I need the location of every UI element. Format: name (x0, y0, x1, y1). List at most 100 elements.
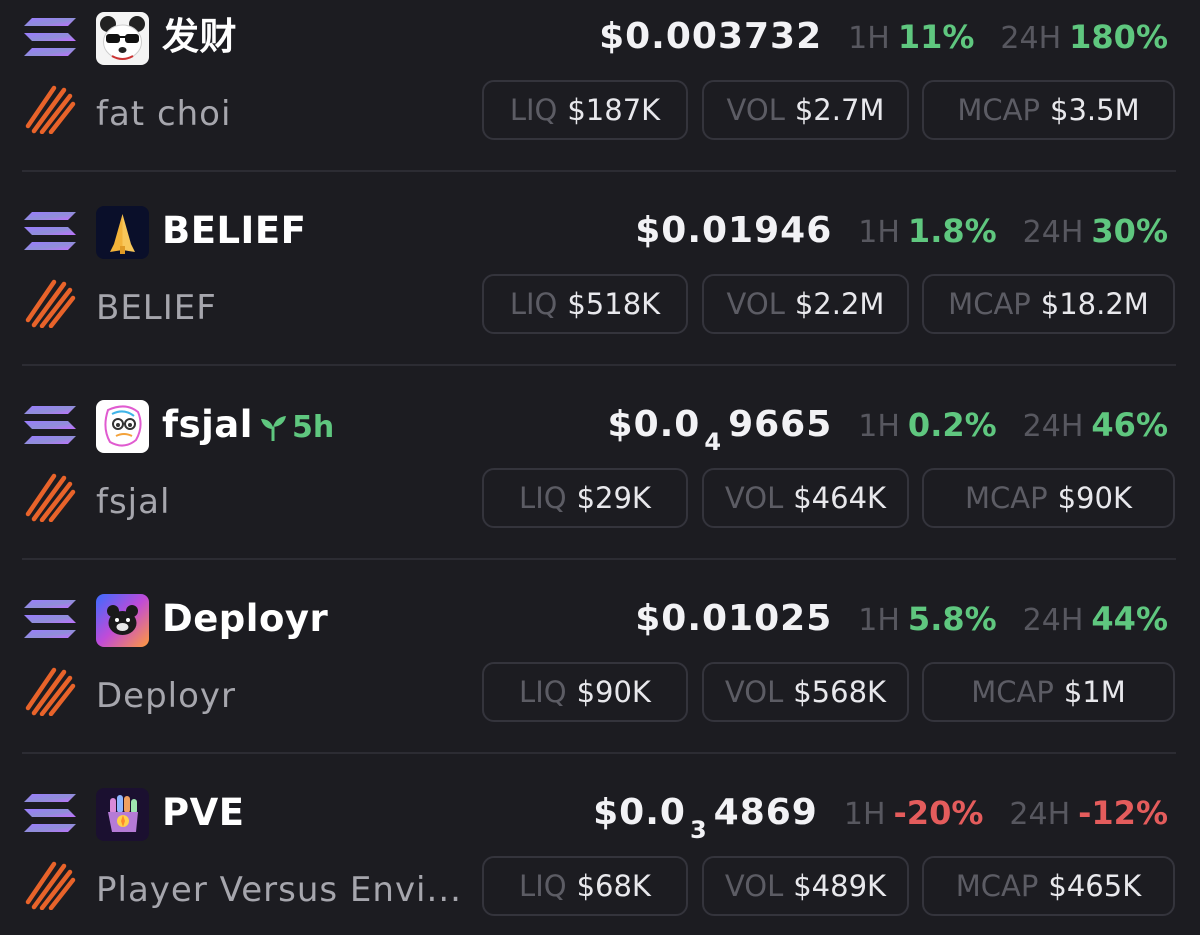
row-divider (22, 558, 1176, 560)
stat-label: VOL (724, 675, 784, 709)
change-24h: -12% (1078, 794, 1168, 832)
liquidity-stat[interactable]: LIQ $187K (482, 80, 688, 140)
row-divider (22, 170, 1176, 172)
price-group: $0.01025 1H 5.8% 24H 44% (635, 596, 1168, 644)
stat-value: $518K (567, 287, 661, 321)
label-1h: 1H (848, 21, 890, 56)
stat-value: $2.2M (794, 287, 885, 321)
market-cap-stat[interactable]: MCAP $18.2M (922, 274, 1175, 334)
token-name: BELIEF (96, 288, 217, 328)
dex-stripes-icon (24, 664, 76, 717)
stat-value: $29K (576, 481, 651, 515)
market-cap-stat[interactable]: MCAP $465K (922, 856, 1175, 916)
token-price: $0.0 4 9665 (607, 404, 833, 456)
volume-stat[interactable]: VOL $464K (702, 468, 909, 528)
liquidity-stat[interactable]: LIQ $518K (482, 274, 688, 334)
stat-value: $2.7M (794, 93, 885, 127)
label-1h: 1H (858, 215, 900, 250)
stat-label: MCAP (948, 287, 1031, 321)
token-price: $0.0 3 4869 (593, 792, 818, 844)
label-1h: 1H (843, 797, 886, 832)
solana-icon (24, 16, 76, 58)
token-price: $0.01025 (635, 598, 833, 639)
stat-value: $464K (793, 481, 887, 515)
price-group: $0.01946 1H 1.8% 24H 30% (635, 208, 1168, 256)
solana-icon (24, 792, 76, 834)
dex-stripes-icon (24, 858, 76, 911)
liquidity-stat[interactable]: LIQ $68K (482, 856, 688, 916)
label-1h: 1H (858, 409, 900, 444)
label-1h: 1H (858, 603, 900, 638)
change-24h: 44% (1091, 600, 1168, 638)
panda-icon (96, 12, 149, 65)
stat-label: MCAP (971, 675, 1054, 709)
market-cap-stat[interactable]: MCAP $90K (922, 468, 1175, 528)
token-price: $0.01946 (635, 210, 833, 251)
stat-label: VOL (726, 287, 785, 321)
fsjal-face-icon (96, 400, 149, 453)
token-row[interactable]: BELIEF BELIEF $0.01946 1H 1.8% 24H 30% L… (0, 194, 1200, 388)
stat-label: MCAP (965, 481, 1048, 515)
token-symbol: BELIEF (162, 209, 307, 252)
token-symbol: 发财 (162, 15, 237, 58)
solana-icon (24, 210, 76, 252)
token-name: fsjal (96, 482, 171, 522)
volume-stat[interactable]: VOL $2.2M (702, 274, 909, 334)
dex-stripes-icon (24, 82, 76, 135)
sprout-icon (258, 413, 288, 443)
change-1h: 11% (897, 18, 975, 56)
token-name: Player Versus Envi... (96, 870, 462, 910)
row-divider (22, 364, 1176, 366)
price-group: $0.003732 1H 11% 24H 180% (599, 14, 1168, 62)
stat-label: LIQ (509, 93, 558, 127)
change-24h: 46% (1091, 406, 1168, 444)
dex-stripes-icon (24, 470, 76, 523)
change-1h: 5.8% (907, 600, 997, 638)
token-row[interactable]: PVE Player Versus Envi... $0.0 3 4869 1H -… (0, 776, 1200, 935)
market-cap-stat[interactable]: MCAP $1M (922, 662, 1175, 722)
stat-value: $465K (1048, 869, 1142, 903)
volume-stat[interactable]: VOL $2.7M (702, 80, 909, 140)
token-row[interactable]: fsjal 5h fsjal $0.0 4 9665 1H 0.2% 24H 46%… (0, 388, 1200, 582)
token-row[interactable]: 发财 fat choi $0.003732 1H 11% 24H 180% LI… (0, 0, 1200, 194)
volume-stat[interactable]: VOL $489K (702, 856, 909, 916)
age-text: 5h (292, 410, 335, 445)
stat-label: VOL (724, 481, 784, 515)
label-24h: 24H (1022, 215, 1084, 250)
stat-label: LIQ (519, 675, 567, 709)
label-24h: 24H (1009, 797, 1071, 832)
stat-value: $187K (567, 93, 661, 127)
token-age: 5h (258, 408, 334, 448)
stat-value: $568K (793, 675, 887, 709)
price-zero-count: 4 (704, 428, 723, 456)
stat-value: $1M (1063, 675, 1126, 709)
stat-label: MCAP (957, 93, 1040, 127)
dex-stripes-icon (24, 276, 76, 329)
stat-label: LIQ (519, 481, 567, 515)
token-row[interactable]: Deployr Deployr $0.01025 1H 5.8% 24H 44%… (0, 582, 1200, 776)
row-divider (22, 752, 1176, 754)
stat-label: VOL (724, 869, 784, 903)
stat-label: MCAP (955, 869, 1039, 903)
label-24h: 24H (1022, 603, 1084, 638)
stat-label: LIQ (519, 869, 567, 903)
price-group: $0.0 4 9665 1H 0.2% 24H 46% (607, 402, 1168, 456)
change-1h: 1.8% (907, 212, 997, 250)
change-24h: 180% (1069, 18, 1168, 56)
change-24h: 30% (1091, 212, 1168, 250)
token-symbol: fsjal (162, 403, 253, 446)
price-zero-count: 3 (689, 816, 708, 844)
fist-icon (96, 788, 149, 841)
volume-stat[interactable]: VOL $568K (702, 662, 909, 722)
liquidity-stat[interactable]: LIQ $29K (482, 468, 688, 528)
stat-value: $18.2M (1040, 287, 1149, 321)
change-1h: 0.2% (907, 406, 997, 444)
label-24h: 24H (1000, 21, 1062, 56)
token-name: Deployr (96, 676, 237, 716)
token-symbol: Deployr (162, 597, 329, 640)
change-1h: -20% (893, 794, 984, 832)
market-cap-stat[interactable]: MCAP $3.5M (922, 80, 1175, 140)
liquidity-stat[interactable]: LIQ $90K (482, 662, 688, 722)
stat-value: $90K (1057, 481, 1132, 515)
token-price: $0.003732 (599, 16, 823, 57)
